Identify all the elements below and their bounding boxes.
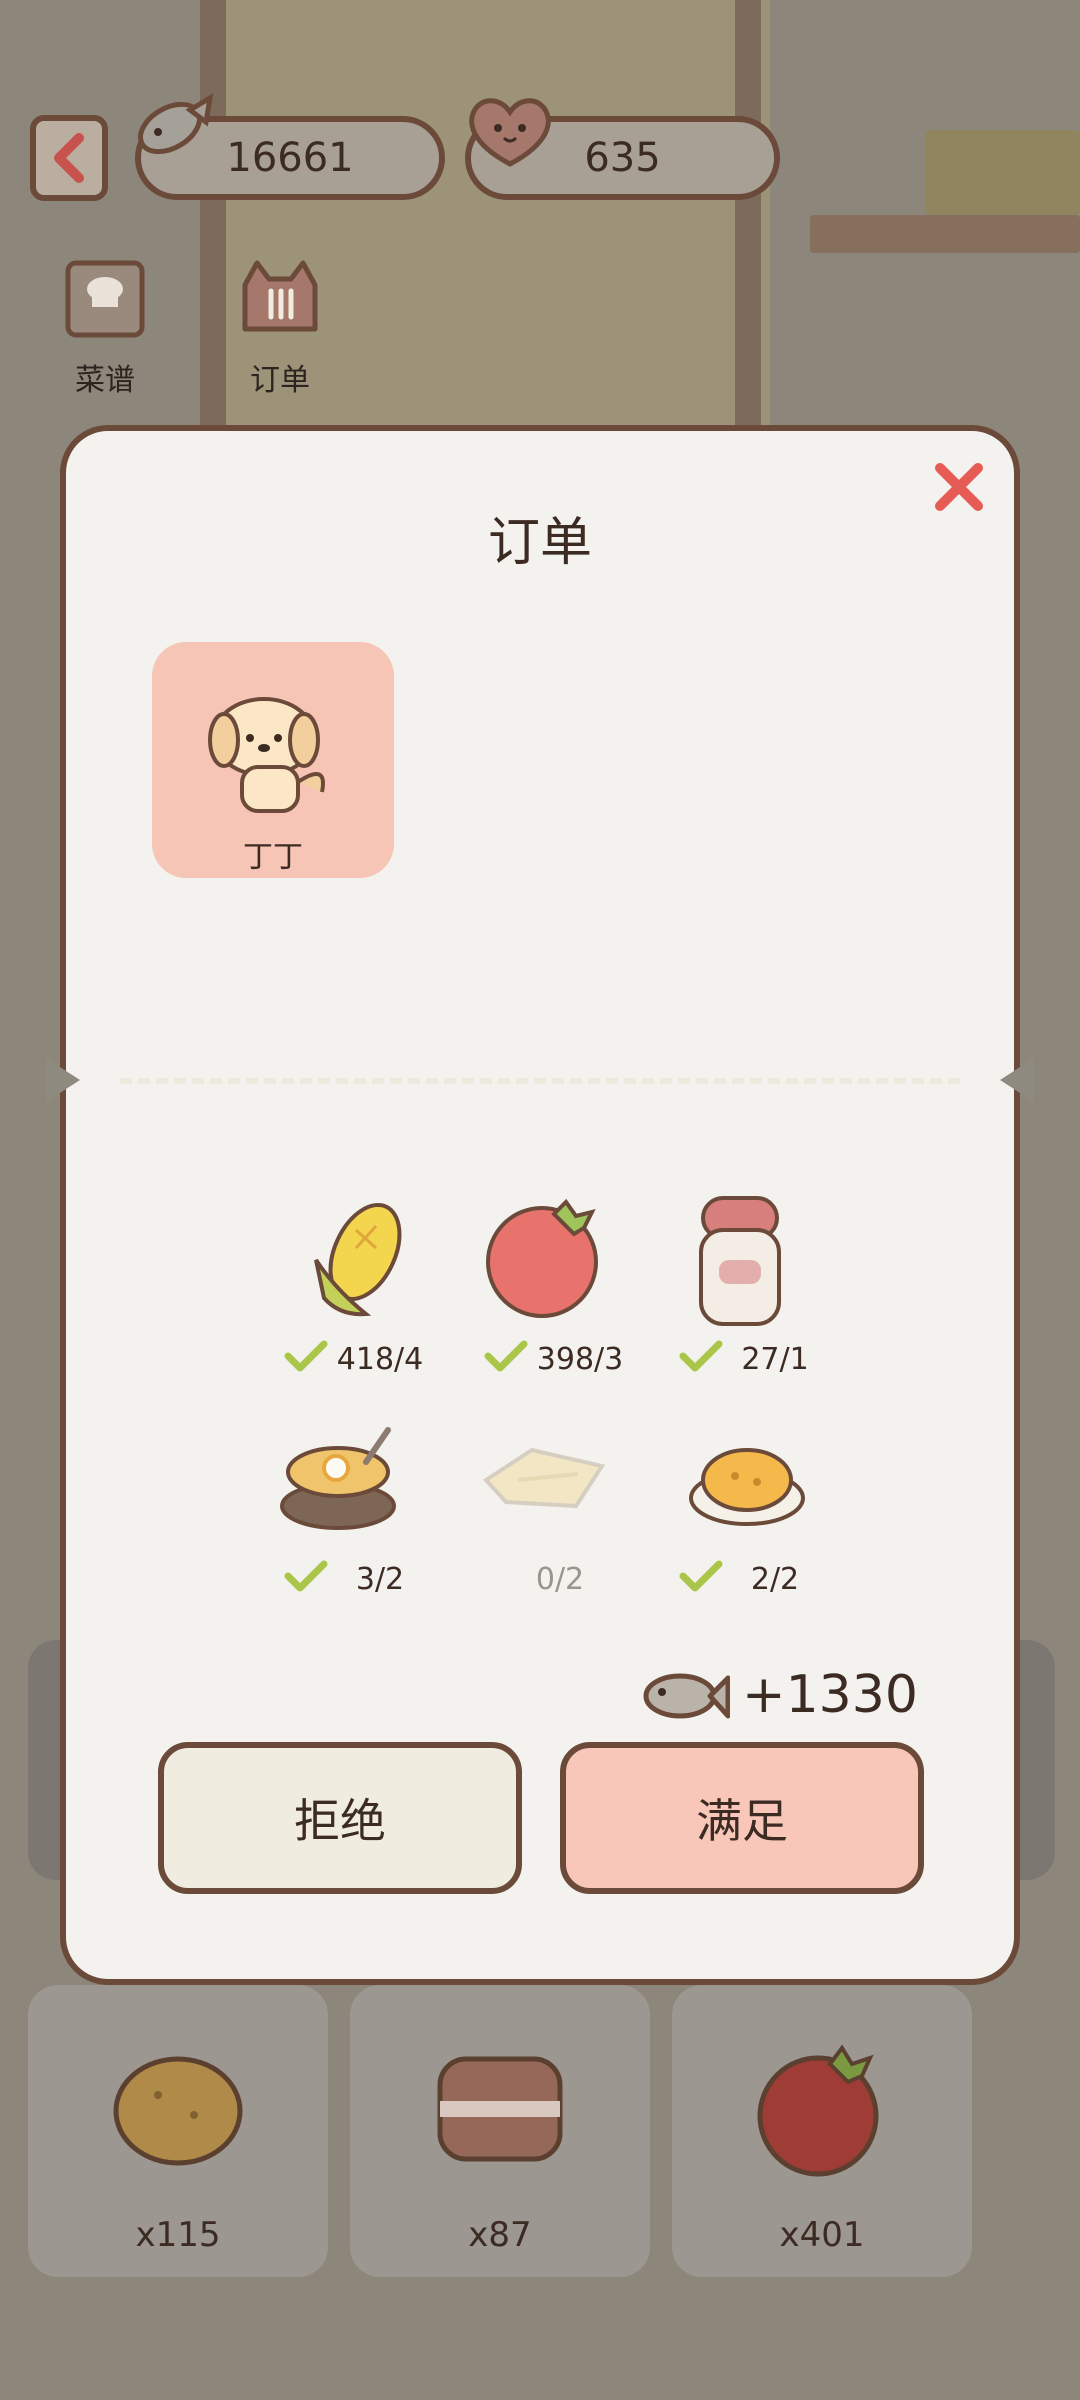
recipes-button[interactable]: 菜谱	[50, 255, 160, 399]
ingredient-count: 27/1	[741, 1342, 809, 1377]
ingredient-item: 2/2	[665, 1410, 845, 1597]
reject-label: 拒绝	[294, 1794, 386, 1848]
reward-amount: +1330	[742, 1665, 918, 1725]
dialog-notch-right	[1000, 1058, 1034, 1102]
stone-pot-soup-icon	[280, 1427, 396, 1530]
satisfy-label: 满足	[696, 1794, 788, 1848]
ingredient-count: 398/3	[536, 1342, 624, 1377]
ingredient-item: 27/1	[665, 1190, 845, 1377]
orders-button[interactable]: 订单	[225, 255, 335, 399]
corn-icon	[314, 1202, 402, 1317]
tomato-icon	[757, 2044, 879, 2177]
inventory-slot-tomato[interactable]: x401	[672, 1985, 972, 2277]
fish-icon	[138, 93, 214, 155]
inventory-qty: x87	[468, 2215, 532, 2255]
dialog-notch-left	[46, 1058, 80, 1102]
heart-count: 635	[584, 135, 661, 181]
customer-name: 丁丁	[243, 840, 303, 875]
orders-icon	[242, 260, 318, 332]
fried-rice-icon	[689, 1448, 805, 1526]
dialog-divider	[120, 1078, 960, 1084]
dog-customer-avatar	[208, 697, 325, 813]
close-icon[interactable]	[930, 458, 988, 516]
flatbread-icon	[482, 1447, 606, 1509]
satisfy-button[interactable]: 满足	[560, 1742, 924, 1894]
reject-button[interactable]: 拒绝	[158, 1742, 522, 1894]
back-button[interactable]	[30, 115, 108, 201]
fish-icon	[643, 1673, 730, 1719]
milk-bottle-icon	[699, 1196, 781, 1326]
ingredient-count: 3/2	[355, 1562, 405, 1597]
ingredient-item: 0/2	[470, 1410, 650, 1597]
potato-icon	[113, 2056, 243, 2166]
orders-label: 订单	[250, 363, 310, 398]
inventory-slot-potato[interactable]: x115	[28, 1985, 328, 2277]
tomato-icon	[486, 1198, 598, 1318]
fish-count: 16661	[226, 135, 354, 181]
inventory-slot-bacon[interactable]: x87	[350, 1985, 650, 2277]
dialog-title: 订单	[487, 513, 592, 573]
recipe-book-icon	[65, 260, 145, 338]
bacon-icon	[437, 2056, 563, 2162]
ingredient-item: 398/3	[470, 1190, 650, 1377]
ingredient-count: 0/2	[535, 1562, 585, 1597]
chevron-left-icon	[54, 133, 84, 183]
ingredient-count: 418/4	[336, 1342, 424, 1377]
inventory-qty: x401	[779, 2215, 865, 2255]
ingredient-item: 3/2	[270, 1410, 450, 1597]
ingredient-item: 418/4	[270, 1190, 450, 1377]
recipes-label: 菜谱	[75, 363, 135, 398]
ingredient-count: 2/2	[750, 1562, 800, 1597]
inventory-qty: x115	[135, 2215, 221, 2255]
heart-face-icon	[469, 98, 551, 167]
